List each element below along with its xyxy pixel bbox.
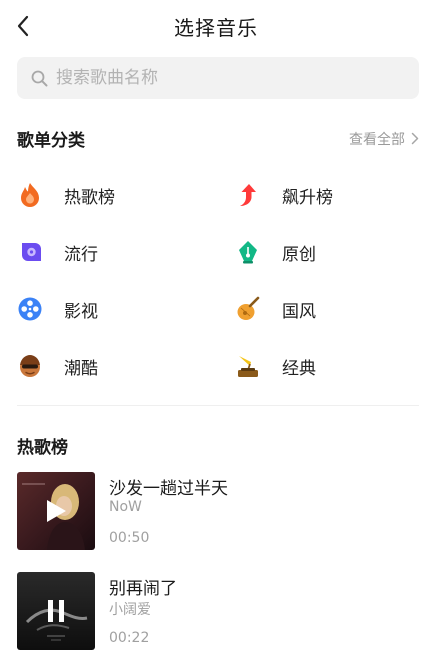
category-label: 热歌榜: [64, 187, 115, 208]
category-item-classic[interactable]: 经典: [235, 346, 415, 386]
fire-icon: [17, 182, 43, 208]
song-title: 别再闹了: [109, 579, 177, 599]
category-item-rising[interactable]: 飙升榜: [235, 175, 415, 215]
pipa-icon: [235, 296, 261, 322]
pop-icon: [17, 239, 43, 265]
top-bar: 选择音乐: [0, 0, 432, 52]
pen-nib-icon: [235, 239, 261, 265]
hot-chart-title: 热歌榜: [17, 438, 68, 458]
chevron-right-icon: [411, 132, 419, 145]
category-label: 飙升榜: [282, 187, 333, 208]
category-label: 流行: [64, 244, 98, 265]
album-cover: [17, 472, 95, 550]
category-label: 潮酷: [64, 358, 98, 379]
category-label: 影视: [64, 301, 98, 322]
category-label: 国风: [282, 301, 316, 322]
song-artist: NoW: [109, 499, 142, 515]
category-item-chinese-style[interactable]: 国风: [235, 289, 415, 329]
pause-icon[interactable]: [17, 572, 95, 650]
song-item[interactable]: 沙发一趟过半天 NoW 00:50: [17, 472, 417, 552]
gramophone-icon: [235, 353, 261, 379]
category-item-pop[interactable]: 流行: [17, 232, 197, 272]
categories-title: 歌单分类: [17, 131, 85, 151]
see-all-link[interactable]: 查看全部: [349, 129, 419, 149]
page-title: 选择音乐: [174, 16, 258, 40]
rising-arrow-icon: [235, 182, 261, 208]
song-duration: 00:22: [109, 630, 150, 646]
song-item[interactable]: 别再闹了 小阔爱 00:22: [17, 572, 417, 652]
hot-chart-header: 热歌榜: [17, 433, 419, 458]
album-cover: [17, 572, 95, 650]
categories-header: 歌单分类 查看全部: [17, 126, 419, 151]
play-icon[interactable]: [17, 472, 95, 550]
category-label: 原创: [282, 244, 316, 265]
category-label: 经典: [282, 358, 316, 379]
cool-avatar-icon: [17, 353, 43, 379]
song-title: 沙发一趟过半天: [109, 479, 228, 499]
divider: [17, 405, 419, 406]
category-item-film[interactable]: 影视: [17, 289, 197, 329]
category-item-cool[interactable]: 潮酷: [17, 346, 197, 386]
search-icon: [30, 69, 48, 87]
category-item-hot[interactable]: 热歌榜: [17, 175, 197, 215]
song-artist: 小阔爱: [109, 602, 151, 618]
see-all-label: 查看全部: [349, 131, 405, 148]
search-bar[interactable]: [17, 57, 419, 99]
search-input[interactable]: [56, 68, 396, 88]
category-item-original[interactable]: 原创: [235, 232, 415, 272]
song-duration: 00:50: [109, 530, 150, 546]
film-reel-icon: [17, 296, 43, 322]
